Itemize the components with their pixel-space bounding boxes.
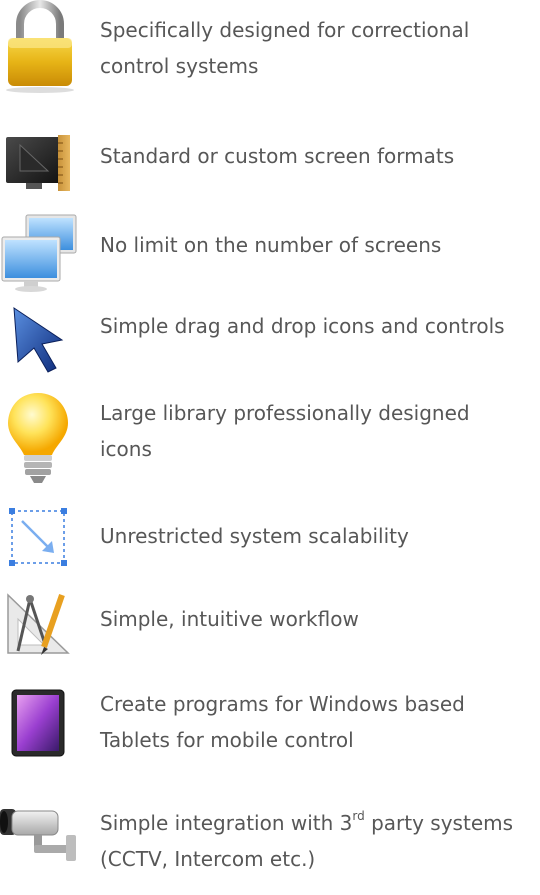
feature-text-line: control systems [100, 54, 259, 78]
feature-text: Specifically designed for correctional c… [100, 12, 540, 84]
padlock-icon [0, 0, 80, 93]
feature-text-line: icons [100, 437, 152, 461]
feature-text-after: party systems [364, 811, 514, 835]
cctv-camera-icon [0, 805, 80, 895]
feature-text-line: Simple integration with 3rd party system… [100, 805, 540, 841]
light-bulb-icon [0, 387, 80, 483]
feature-text-line: Tablets for mobile control [100, 728, 354, 752]
list-item: Create programs for Windows based Tablet… [0, 672, 540, 767]
feature-text: Simple integration with 3rd party system… [100, 805, 540, 877]
feature-text-line: Simple, intuitive workflow [100, 607, 359, 631]
cursor-arrow-icon [0, 304, 80, 394]
feature-text: Large library professionally designed ic… [100, 395, 540, 467]
multiple-monitors-icon [0, 211, 80, 301]
feature-list: Specifically designed for correctional c… [0, 0, 540, 877]
list-item: Simple, intuitive workflow [0, 585, 540, 660]
feature-text-line: Specifically designed for correctional [100, 18, 470, 42]
drafting-tools-icon [0, 589, 80, 679]
superscript: rd [352, 809, 365, 824]
feature-text: Unrestricted system scalability [100, 518, 540, 554]
feature-text: No limit on the number of screens [100, 227, 540, 263]
scale-resize-icon [0, 505, 80, 595]
feature-text: Simple drag and drop icons and controls [100, 308, 540, 344]
feature-text-line: Large library professionally designed [100, 401, 470, 425]
list-item: Standard or custom screen formats [0, 125, 540, 195]
feature-text: Standard or custom screen formats [100, 138, 540, 174]
list-item: Simple integration with 3rd party system… [0, 785, 540, 877]
feature-text-line: Unrestricted system scalability [100, 524, 409, 548]
feature-text-line: Create programs for Windows based [100, 692, 465, 716]
list-item: Unrestricted system scalability [0, 503, 540, 573]
tablet-icon [0, 688, 80, 778]
feature-text: Simple, intuitive workflow [100, 601, 540, 637]
feature-text-line: Standard or custom screen formats [100, 144, 455, 168]
feature-text: Create programs for Windows based Tablet… [100, 686, 540, 758]
feature-text-line: Simple drag and drop icons and controls [100, 314, 505, 338]
feature-text-line: No limit on the number of screens [100, 233, 442, 257]
feature-text-before: Simple integration with 3 [100, 811, 353, 835]
list-item: Simple drag and drop icons and controls [0, 300, 540, 380]
list-item: Large library professionally designed ic… [0, 385, 540, 495]
feature-text-line: (CCTV, Intercom etc.) [100, 847, 316, 871]
list-item: Specifically designed for correctional c… [0, 0, 540, 100]
list-item: No limit on the number of screens [0, 207, 540, 292]
